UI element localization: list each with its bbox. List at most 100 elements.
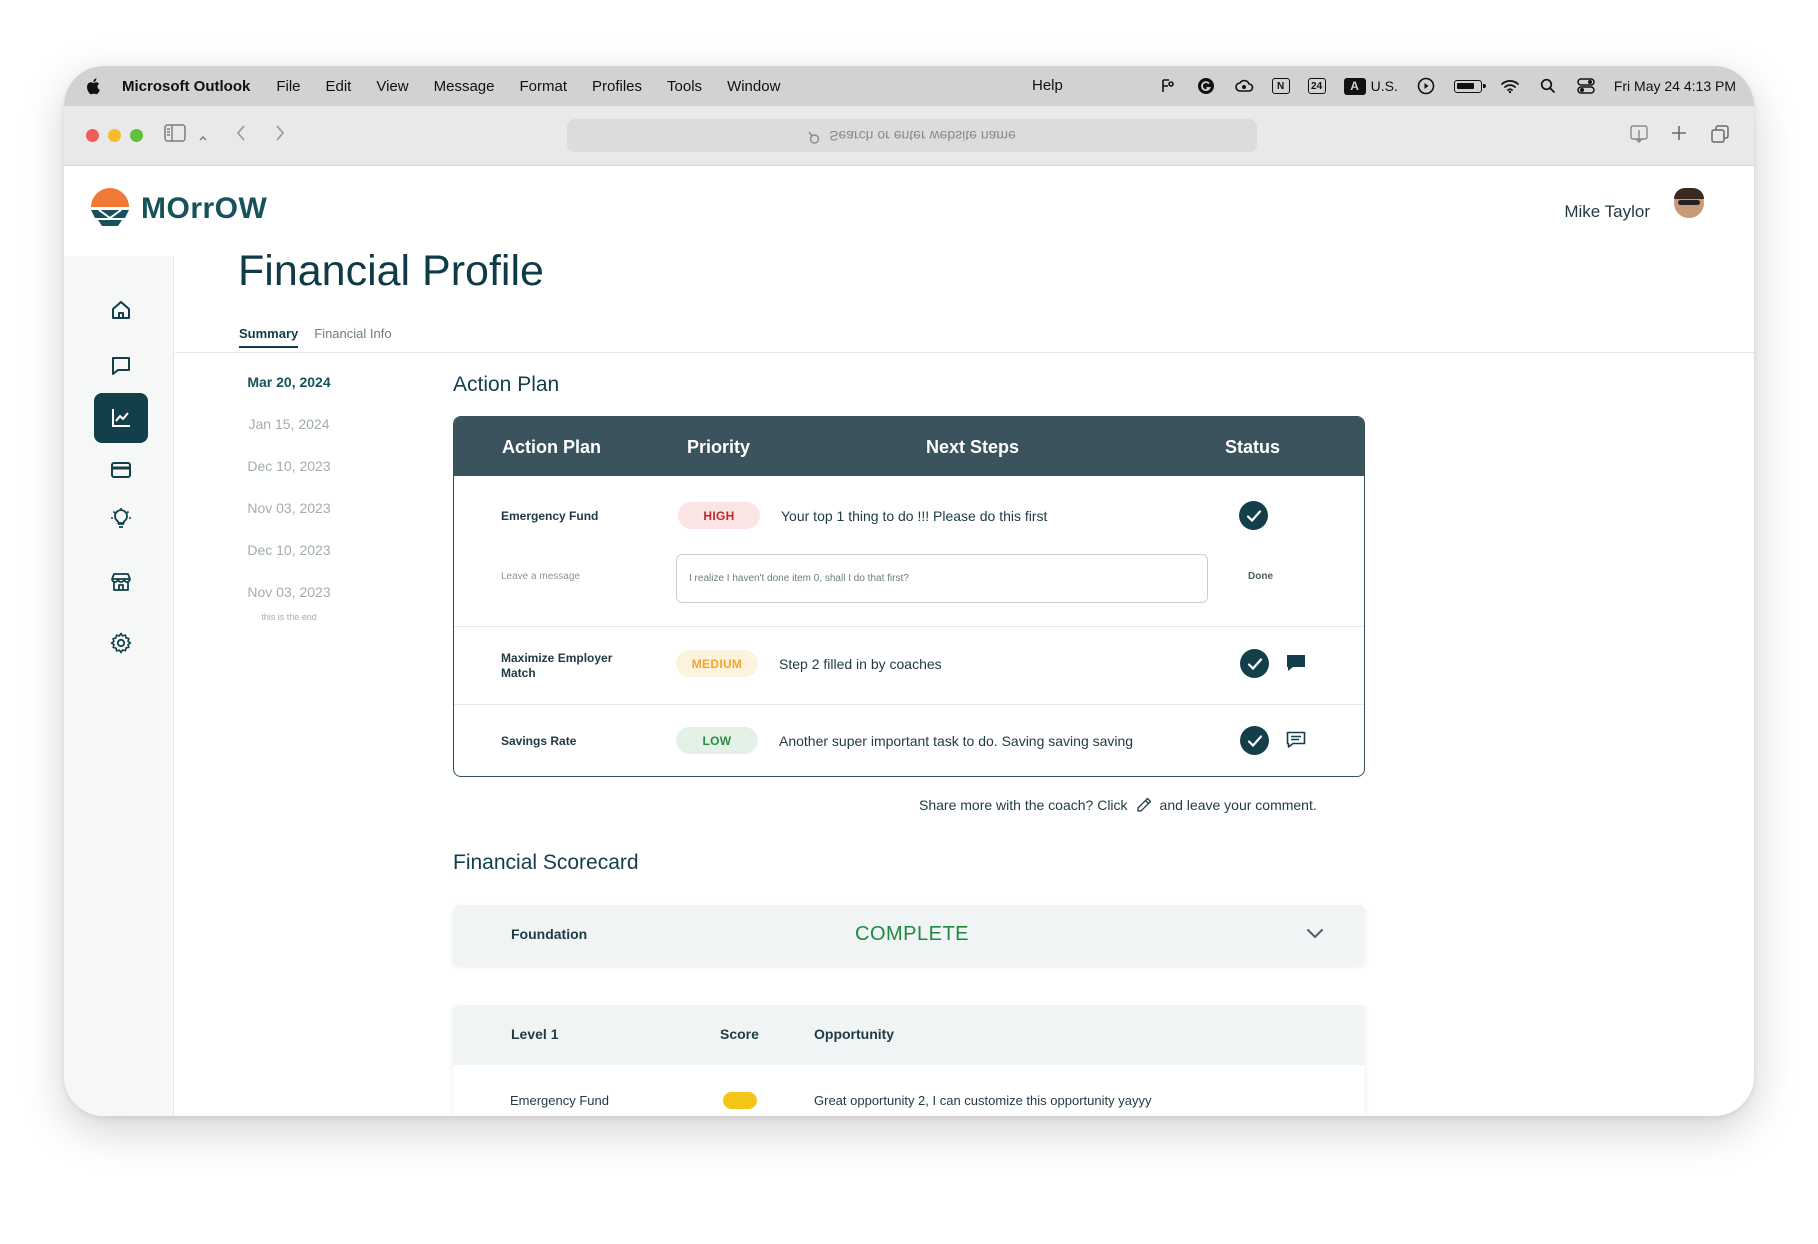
col-next-steps: Next Steps: [926, 437, 1020, 457]
next-step-text: Step 2 filled in by coaches: [779, 656, 942, 672]
menu-message[interactable]: Message: [434, 78, 495, 95]
sidebar-item-messages[interactable]: [94, 341, 148, 391]
scorecard-item-name: Emergency Fund: [510, 1093, 609, 1108]
action-name: Savings Rate: [501, 734, 577, 748]
store-icon: [111, 573, 131, 591]
date-item[interactable]: Nov 03, 2023: [214, 500, 364, 542]
morrow-logo[interactable]: MOrrOW: [89, 188, 267, 230]
menubar-app-name[interactable]: Microsoft Outlook: [122, 78, 250, 95]
foundation-status: COMPLETE: [855, 923, 970, 945]
close-window-button[interactable]: [86, 129, 99, 142]
sidebar-toggle-icon[interactable]: [164, 124, 186, 148]
menu-view[interactable]: View: [376, 78, 408, 95]
control-icon[interactable]: [1158, 77, 1178, 95]
input-source-label[interactable]: U.S.: [1371, 78, 1398, 94]
play-icon[interactable]: [1416, 77, 1436, 95]
notion-icon[interactable]: N: [1271, 78, 1290, 94]
tab-overview-icon[interactable]: [1710, 124, 1730, 150]
date-item[interactable]: Mar 20, 2024: [214, 374, 364, 416]
back-icon[interactable]: [235, 124, 247, 148]
financial-scorecard-title: Financial Scorecard: [453, 851, 639, 874]
menu-file[interactable]: File: [276, 78, 300, 95]
date-item[interactable]: Dec 10, 2023: [214, 458, 364, 500]
opportunity-text: Great opportunity 2, I can customize thi…: [814, 1093, 1152, 1108]
battery-icon[interactable]: [1453, 79, 1486, 93]
action-plan-table: Action Plan Priority Next Steps Status E…: [453, 416, 1365, 777]
status-check-icon[interactable]: [1239, 501, 1268, 530]
minimize-window-button[interactable]: [108, 129, 121, 142]
avatar[interactable]: [1666, 188, 1718, 220]
sidebar: [64, 256, 174, 1116]
date-item[interactable]: Dec 10, 2023: [214, 542, 364, 584]
menu-help[interactable]: Help: [1032, 77, 1063, 94]
user-name[interactable]: Mike Taylor: [1564, 202, 1650, 222]
control-center-icon[interactable]: [1576, 77, 1596, 95]
creative-cloud-icon[interactable]: [1234, 77, 1254, 95]
leave-message-label: Leave a message: [501, 571, 580, 582]
lightbulb-icon: [111, 508, 131, 528]
action-name: Emergency Fund: [501, 509, 599, 523]
card-icon: [111, 462, 131, 478]
input-source-icon[interactable]: A: [1343, 77, 1366, 95]
menu-window[interactable]: Window: [727, 78, 780, 95]
comment-filled-icon[interactable]: [1285, 653, 1307, 673]
address-bar-placeholder: Search or enter website name: [829, 127, 1016, 144]
action-plan-header: Action Plan Priority Next Steps Status: [454, 417, 1364, 476]
chat-icon: [112, 357, 130, 375]
sidebar-item-home[interactable]: [94, 285, 148, 335]
wifi-icon[interactable]: [1500, 77, 1520, 95]
browser-toolbar: Search or enter website name: [64, 106, 1754, 166]
priority-badge-high: HIGH: [678, 502, 760, 529]
sidebar-item-settings[interactable]: [94, 618, 148, 668]
status-check-icon[interactable]: [1240, 726, 1269, 755]
zoom-window-button[interactable]: [130, 129, 143, 142]
tab-financial-info[interactable]: Financial Info: [314, 326, 391, 348]
apple-icon[interactable]: [86, 77, 102, 95]
tab-summary[interactable]: Summary: [239, 326, 299, 348]
share-suffix: and leave your comment.: [1159, 797, 1317, 813]
col-score: Score: [720, 1026, 759, 1042]
message-input[interactable]: I realize I haven't done item 0, shall I…: [676, 554, 1208, 603]
home-icon: [112, 301, 130, 319]
date-item[interactable]: Jan 15, 2024: [214, 416, 364, 458]
address-bar[interactable]: Search or enter website name: [567, 119, 1257, 152]
morrow-app: MOrrOW Mike Taylor Financial Profile Sum…: [64, 166, 1754, 1116]
chevron-down-icon[interactable]: [1305, 927, 1325, 941]
download-icon[interactable]: [1629, 124, 1649, 150]
comment-outline-icon[interactable]: [1285, 730, 1307, 750]
table-row: Savings Rate LOW Another super important…: [454, 705, 1364, 776]
menu-edit[interactable]: Edit: [326, 78, 352, 95]
menu-tools[interactable]: Tools: [667, 78, 702, 95]
menu-profiles[interactable]: Profiles: [592, 78, 642, 95]
col-priority: Priority: [687, 437, 751, 457]
foundation-card[interactable]: Foundation COMPLETE: [453, 905, 1365, 965]
sidebar-item-accounts[interactable]: [94, 445, 148, 495]
grammarly-icon[interactable]: [1196, 77, 1216, 95]
col-status: Status: [1225, 437, 1281, 457]
history-date-list: Mar 20, 2024 Jan 15, 2024 Dec 10, 2023 N…: [214, 374, 364, 622]
date-list-end-note: this is the end: [261, 612, 317, 622]
level-header: Level 1 Score Opportunity: [453, 1005, 1365, 1065]
status-check-icon[interactable]: [1240, 649, 1269, 678]
next-step-text: Your top 1 thing to do !!! Please do thi…: [781, 508, 1048, 524]
level-1-card: Level 1 Score Opportunity Emergency Fund…: [453, 1005, 1365, 1116]
col-action-plan: Action Plan: [502, 437, 602, 457]
calendar-icon[interactable]: 24: [1307, 78, 1326, 94]
col-opportunity: Opportunity: [814, 1026, 895, 1042]
sidebar-item-insights[interactable]: [94, 494, 148, 544]
foundation-label: Foundation: [511, 926, 588, 942]
pencil-icon[interactable]: [1135, 796, 1153, 814]
spotlight-search-icon[interactable]: [1538, 77, 1558, 95]
search-icon: [808, 128, 821, 144]
sidebar-item-financial-profile[interactable]: [94, 393, 148, 443]
forward-icon[interactable]: [274, 124, 286, 148]
new-tab-icon[interactable]: [1670, 124, 1688, 148]
share-prefix: Share more with the coach? Click: [919, 797, 1128, 813]
menubar-clock[interactable]: Fri May 24 4:13 PM: [1614, 78, 1736, 94]
done-button[interactable]: Done: [1248, 571, 1273, 582]
next-step-text: Another super important task to do. Savi…: [779, 733, 1134, 749]
menu-format[interactable]: Format: [519, 78, 567, 95]
chevron-up-icon[interactable]: [198, 126, 208, 149]
sidebar-item-marketplace[interactable]: [94, 557, 148, 607]
action-name: Maximize Employer Match: [501, 651, 613, 680]
